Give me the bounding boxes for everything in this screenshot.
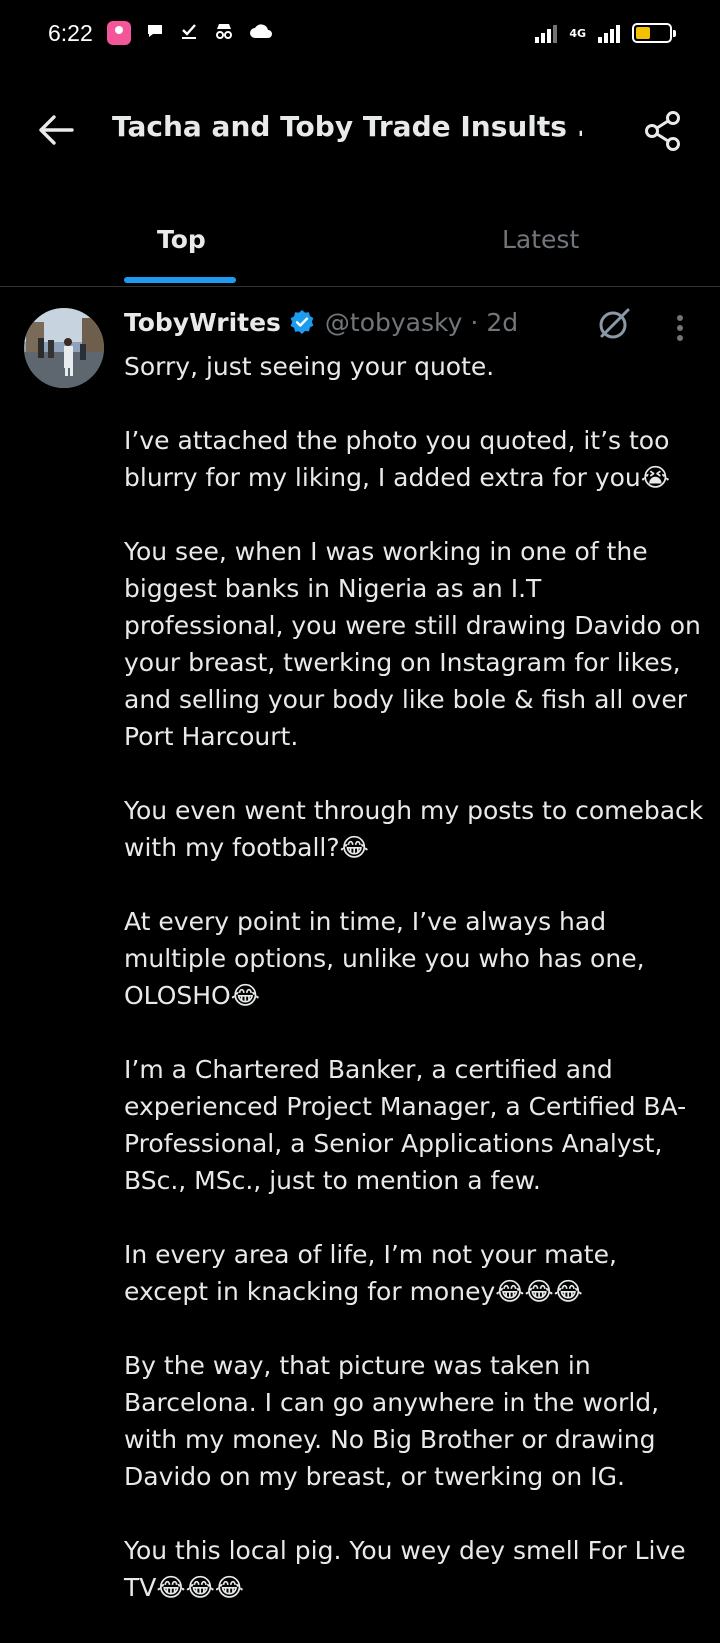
battery-fill <box>636 27 651 39</box>
avatar[interactable] <box>24 308 104 388</box>
more-options-button[interactable] <box>664 310 696 346</box>
avatar-image <box>24 308 104 388</box>
network-type: 4G <box>569 26 586 40</box>
verified-badge-icon <box>290 310 314 334</box>
chat-icon <box>145 21 165 45</box>
tweet-paragraph: You this local pig. You wey dey smell Fo… <box>124 1536 686 1602</box>
status-right: 4G <box>535 23 676 43</box>
tweet-paragraph: In every area of life, I’m not your mate… <box>124 1240 617 1306</box>
tab-indicator <box>124 277 236 283</box>
tab-latest[interactable]: Latest <box>502 225 579 254</box>
tweet-time: · 2d <box>470 307 519 337</box>
author-name[interactable]: TobyWrites <box>124 308 281 337</box>
tweet-paragraph: At every point in time, I’ve always had … <box>124 907 645 1010</box>
tweet-paragraph: By the way, that picture was taken in Ba… <box>124 1351 660 1491</box>
grok-button[interactable] <box>596 306 632 342</box>
tab-top[interactable]: Top <box>157 225 206 254</box>
tweet-header: TobyWrites @tobyasky · 2d <box>124 302 518 342</box>
app-icon <box>106 21 131 45</box>
page-title: Tacha and Toby Trade Insults ... <box>112 110 582 143</box>
tweet-paragraph: You even went through my posts to comeba… <box>124 796 704 862</box>
share-icon <box>645 111 680 151</box>
tweet-paragraph: I’m a Chartered Banker, a certified and … <box>124 1055 687 1195</box>
status-time: 6:22 <box>48 19 93 46</box>
tab-bar: Top Latest <box>0 205 720 287</box>
battery-icon <box>632 23 676 43</box>
status-left: 6:22 <box>48 20 273 47</box>
back-button[interactable] <box>36 110 76 150</box>
check-icon <box>179 21 199 45</box>
share-button[interactable] <box>640 108 686 154</box>
back-arrow-icon <box>39 115 74 145</box>
status-bar: 6:22 4G <box>0 0 720 66</box>
signal-icon <box>535 23 558 43</box>
grok-icon <box>599 308 630 339</box>
app-bar: Tacha and Toby Trade Insults ... <box>0 90 720 168</box>
more-vertical-icon <box>677 315 683 341</box>
cloud-icon <box>249 22 273 44</box>
tweet-paragraph: You see, when I was working in one of th… <box>124 537 701 751</box>
incognito-icon <box>213 21 235 45</box>
tweet-body: Sorry, just seeing your quote. I’ve atta… <box>124 348 704 1643</box>
signal-icon-secondary <box>598 23 620 43</box>
author-handle[interactable]: @tobyasky <box>325 308 463 337</box>
tweet-paragraph: I’ve attached the photo you quoted, it’s… <box>124 426 670 492</box>
tweet-paragraph: Sorry, just seeing your quote. <box>124 352 495 381</box>
